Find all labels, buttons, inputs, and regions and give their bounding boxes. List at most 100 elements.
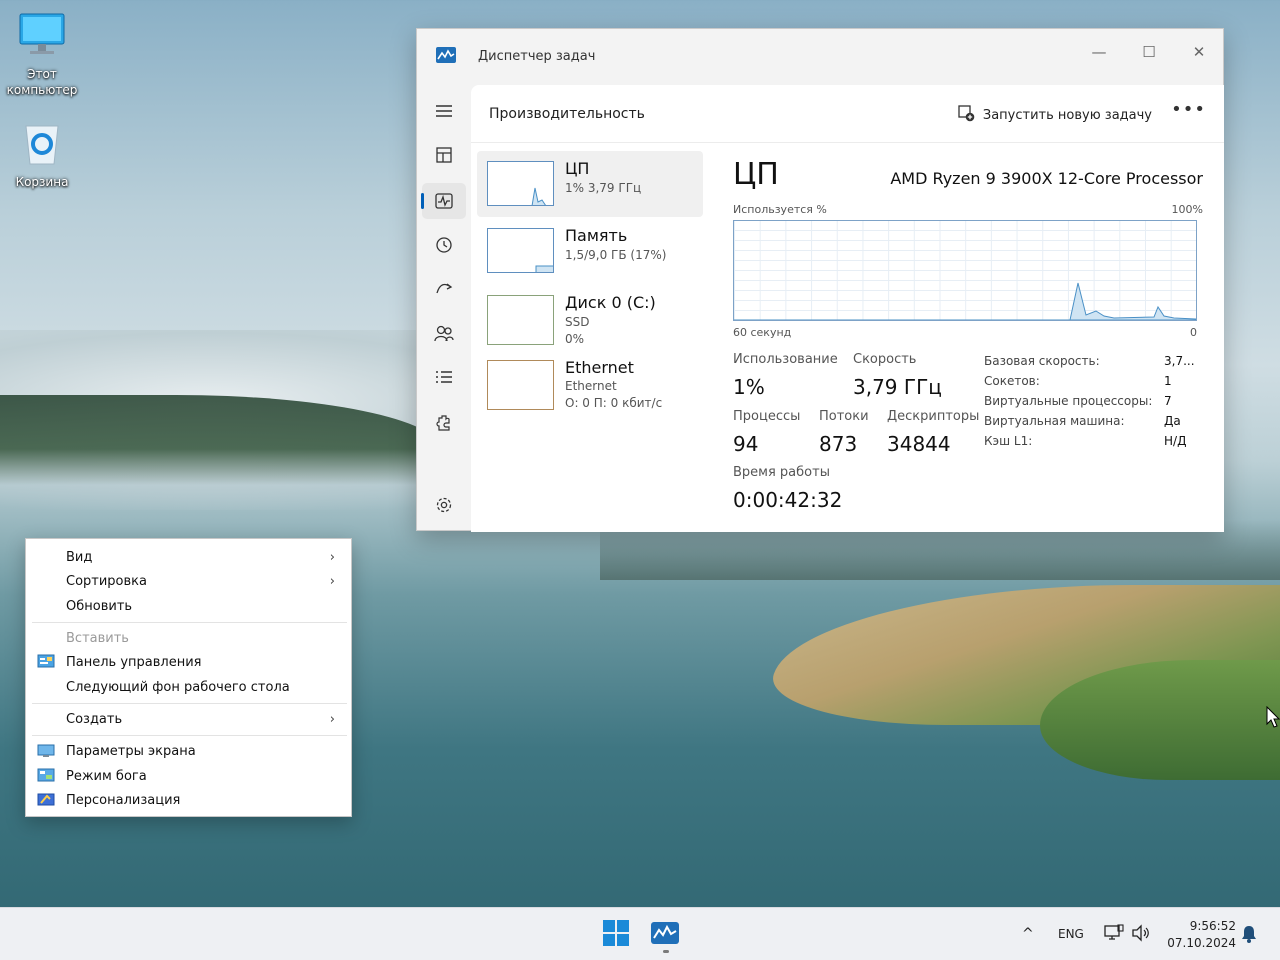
this-pc-icon xyxy=(2,12,82,62)
cpu-usage-graph xyxy=(733,220,1197,321)
menu-item-label: Персонализация xyxy=(66,792,181,808)
menu-item-god-mode[interactable]: Режим бога xyxy=(26,764,351,788)
start-button[interactable] xyxy=(603,920,629,950)
perf-item-sub2: 0% xyxy=(565,332,585,346)
perf-item-name: ЦП xyxy=(565,159,590,178)
perf-item-sub: SSD xyxy=(565,315,590,329)
spec-value: 3,7... xyxy=(1164,354,1195,368)
cpu-model: AMD Ryzen 9 3900X 12-Core Processor xyxy=(890,169,1203,188)
personalization-icon xyxy=(37,792,55,812)
menu-item-label: Создать xyxy=(66,711,123,727)
startup-apps-icon[interactable] xyxy=(422,271,466,307)
recycle-bin-icon xyxy=(2,120,82,170)
perf-item-name: Память xyxy=(565,226,628,245)
this-pc-label-2: компьютер xyxy=(6,83,78,97)
perf-item-sub: Ethernet xyxy=(565,379,617,393)
graph-time-axis: 60 секунд xyxy=(733,326,792,339)
details-icon[interactable] xyxy=(422,359,466,395)
window-title: Диспетчер задач xyxy=(478,49,596,64)
input-language-indicator[interactable]: ENG xyxy=(1058,927,1084,941)
uptime-label: Время работы xyxy=(733,465,830,480)
notifications-bell-icon[interactable] xyxy=(1241,925,1257,947)
menu-item-refresh[interactable]: Обновить xyxy=(26,594,351,618)
menu-separator xyxy=(32,622,347,623)
performance-page: Производительность Запустить новую задач… xyxy=(471,85,1224,532)
ethernet-thumbnail xyxy=(487,360,554,410)
control-panel-icon xyxy=(37,654,55,674)
title-bar[interactable]: Диспетчер задач — ☐ ✕ xyxy=(417,29,1223,85)
menu-item-label: Параметры экрана xyxy=(66,743,196,759)
threads-value: 873 xyxy=(819,432,858,456)
perf-item-ethernet[interactable]: Ethernet Ethernet О: 0 П: 0 кбит/с xyxy=(477,352,703,418)
maximize-button[interactable]: ☐ xyxy=(1129,37,1169,67)
clock[interactable]: 9:56:52 07.10.2024 xyxy=(1164,918,1236,952)
menu-item-next-background[interactable]: Следующий фон рабочего стола xyxy=(26,675,351,699)
cpu-graph-line xyxy=(734,282,1196,320)
spec-value: 1 xyxy=(1164,374,1172,388)
perf-item-memory[interactable]: Память 1,5/9,0 ГБ (17%) xyxy=(477,218,703,284)
menu-item-display-settings[interactable]: Параметры экрана xyxy=(26,739,351,763)
menu-item-view[interactable]: Вид › xyxy=(26,545,351,569)
run-new-task-label: Запустить новую задачу xyxy=(982,108,1152,123)
close-button[interactable]: ✕ xyxy=(1179,37,1219,67)
menu-item-label: Обновить xyxy=(66,598,133,614)
network-icon[interactable] xyxy=(1104,924,1124,946)
processes-value: 94 xyxy=(733,432,759,456)
services-icon[interactable] xyxy=(422,405,466,441)
menu-item-paste: Вставить xyxy=(26,626,351,650)
performance-list: ЦП 1% 3,79 ГГц Память 1,5/9,0 ГБ (17%) Д… xyxy=(477,151,703,419)
taskbar: ^ ENG 9:56:52 07.10.2024 xyxy=(0,907,1280,960)
more-options-icon[interactable]: ••• xyxy=(1171,99,1206,120)
desktop-icon-this-pc[interactable]: Этот компьютер xyxy=(2,12,82,98)
uptime-value: 0:00:42:32 xyxy=(733,488,843,512)
perf-item-cpu[interactable]: ЦП 1% 3,79 ГГц xyxy=(477,151,703,217)
speed-value: 3,79 ГГц xyxy=(853,375,942,399)
mouse-cursor-icon xyxy=(1266,706,1280,728)
god-mode-icon xyxy=(37,768,55,788)
menu-item-sort[interactable]: Сортировка › xyxy=(26,569,351,593)
menu-item-label: Следующий фон рабочего стола xyxy=(66,679,290,695)
desktop-icon-recycle-bin[interactable]: Корзина xyxy=(2,120,82,190)
menu-item-label: Панель управления xyxy=(66,654,202,670)
performance-icon[interactable] xyxy=(421,183,466,219)
perf-item-disk[interactable]: Диск 0 (C:) SSD 0% xyxy=(477,285,703,351)
threads-label: Потоки xyxy=(819,409,869,424)
menu-item-label: Сортировка xyxy=(66,573,147,589)
spec-key: Виртуальные процессоры: xyxy=(984,394,1153,408)
detail-title: ЦП xyxy=(733,157,779,192)
new-task-icon xyxy=(958,105,975,126)
taskbar-task-manager[interactable] xyxy=(651,922,679,948)
page-title: Производительность xyxy=(489,106,645,122)
minimize-button[interactable]: — xyxy=(1079,37,1119,67)
handles-label: Дескрипторы xyxy=(887,409,980,424)
memory-thumbnail xyxy=(487,228,554,273)
spec-key: Кэш L1: xyxy=(984,434,1033,448)
graph-label: Используется % xyxy=(733,203,827,216)
run-new-task-button[interactable]: Запустить новую задачу xyxy=(958,105,1152,126)
desktop-context-menu: Вид › Сортировка › Обновить Вставить Пан… xyxy=(25,538,352,817)
menu-item-label: Вид xyxy=(66,549,93,565)
page-header: Производительность Запустить новую задач… xyxy=(471,85,1224,143)
app-history-icon[interactable] xyxy=(422,227,466,263)
show-hidden-icons-button[interactable]: ^ xyxy=(1022,926,1034,942)
menu-item-personalization[interactable]: Персонализация xyxy=(26,788,351,812)
menu-icon[interactable] xyxy=(422,93,466,129)
perf-item-sub: 1% 3,79 ГГц xyxy=(565,181,642,195)
perf-item-sub2: О: 0 П: 0 кбит/с xyxy=(565,396,663,410)
settings-icon[interactable] xyxy=(422,487,466,523)
volume-icon[interactable] xyxy=(1131,924,1151,946)
spec-value: 7 xyxy=(1164,394,1172,408)
menu-separator xyxy=(32,703,347,704)
menu-item-label: Вставить xyxy=(66,630,129,646)
usage-label: Использование xyxy=(733,352,838,367)
processes-icon[interactable] xyxy=(422,137,466,173)
menu-item-new[interactable]: Создать › xyxy=(26,707,351,731)
windows-logo-icon xyxy=(603,920,629,950)
users-icon[interactable] xyxy=(422,315,466,351)
spec-value: Н/Д xyxy=(1164,434,1187,448)
chevron-right-icon: › xyxy=(329,549,335,565)
cpu-thumbnail xyxy=(487,161,554,206)
disk-thumbnail xyxy=(487,295,554,345)
spec-value: Да xyxy=(1164,414,1181,428)
menu-item-control-panel[interactable]: Панель управления xyxy=(26,650,351,674)
